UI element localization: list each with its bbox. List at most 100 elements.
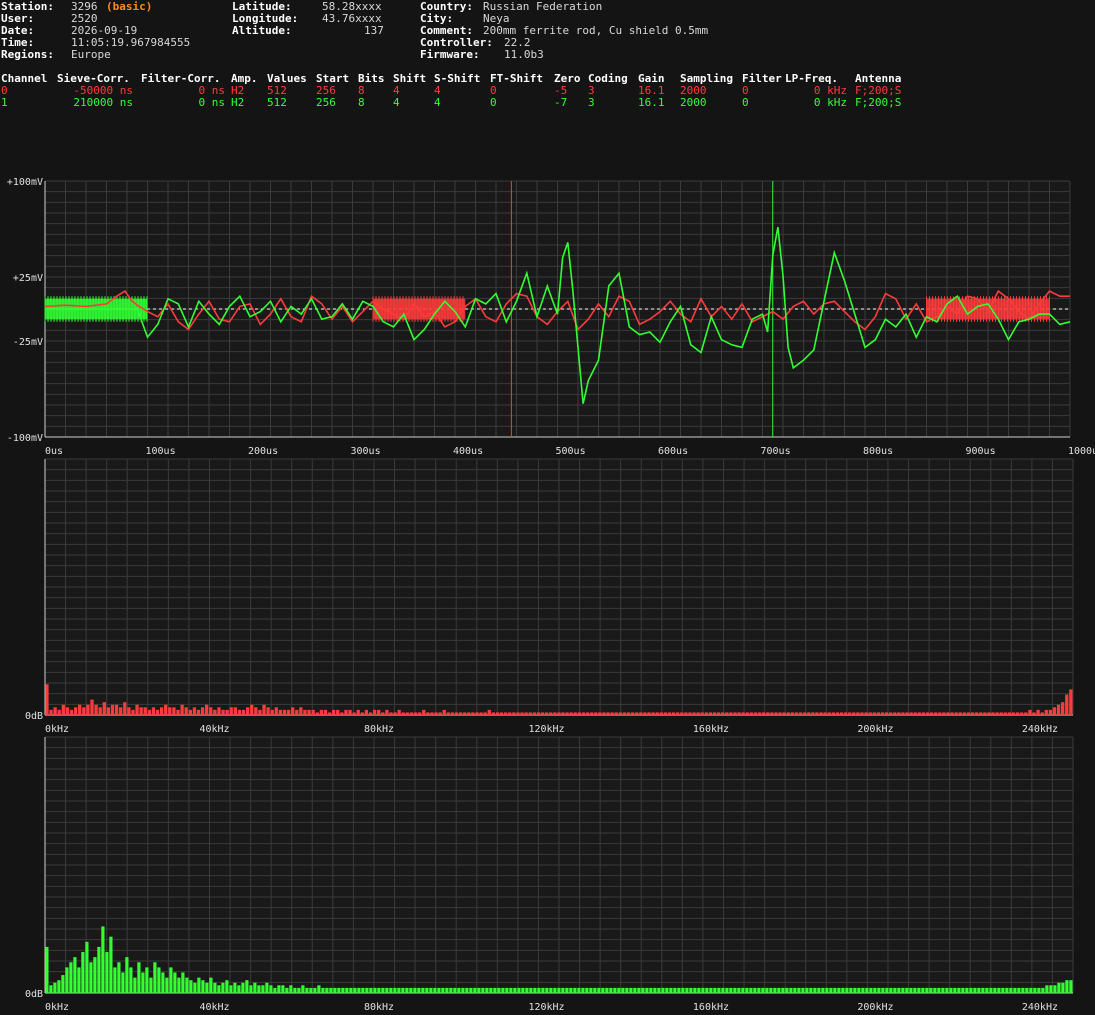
spectrum-bar: [165, 977, 169, 993]
spectrum-bar: [485, 987, 489, 993]
spectrum-bar: [865, 987, 869, 993]
spectrum-bar: [938, 712, 942, 715]
spectrum-bar: [884, 712, 889, 715]
spectrum-bar: [151, 707, 156, 715]
spectrum-bar: [286, 709, 291, 715]
spectrum-bar: [333, 987, 337, 993]
spectrum-bar: [745, 712, 749, 715]
spectrum-bar: [352, 712, 356, 715]
spectrum-bar: [737, 712, 741, 715]
spectrum-bar: [457, 987, 461, 993]
spectrum-bar: [997, 987, 1001, 993]
spectrum-bar: [901, 712, 905, 715]
spectrum-bar: [929, 712, 934, 715]
spectrum-bar: [537, 987, 541, 993]
spectrum-bar: [1057, 982, 1061, 993]
spectrum-bar: [78, 704, 82, 715]
spectrum-bar: [57, 980, 61, 993]
spectrum-bar: [561, 712, 565, 715]
spectrum-bar: [689, 987, 693, 993]
spectrum-bar: [688, 712, 692, 715]
x-tick-label: 700us: [761, 446, 791, 457]
spectrum-bar: [285, 987, 289, 993]
x-tick-label: 120kHz: [528, 724, 564, 735]
spectrum-bar: [753, 712, 758, 715]
spectrum-bar: [513, 987, 517, 993]
spectrum-bar: [297, 987, 301, 993]
spectrum-bar: [821, 987, 825, 993]
spectrum-bar: [282, 709, 287, 715]
spectrum-bar: [269, 985, 273, 993]
spectrum-bar: [483, 712, 487, 715]
spectrum-bar: [643, 712, 647, 715]
spectrum-bar: [473, 987, 477, 993]
spectrum-bar: [774, 712, 778, 715]
spectrum-bar: [921, 712, 926, 715]
spectrum-bar: [709, 987, 713, 993]
spectrum-bar: [313, 987, 317, 993]
spectrum-bar: [1061, 982, 1065, 993]
y-tick-label: +25mV: [13, 273, 43, 284]
spectrum-bar: [977, 987, 981, 993]
spectrum-bar: [831, 712, 835, 715]
spectrum-bar: [805, 987, 809, 993]
spectrum-bar: [885, 987, 889, 993]
spectrum-bar: [69, 709, 74, 715]
spectrum-bar: [257, 985, 261, 993]
spectrum-bar: [123, 702, 127, 715]
spectrum-bar: [673, 987, 677, 993]
spectrum-bar: [553, 987, 557, 993]
spectrum-bar: [364, 709, 369, 715]
spectrum-bar: [777, 987, 781, 993]
spectrum-bar: [149, 977, 153, 993]
charts-canvas: +100mV +25mV -25mV -100mV0us 100us 200us 300us…: [7, 177, 1095, 1013]
spectrum-bar: [565, 712, 569, 715]
spectrum-bar: [441, 987, 445, 993]
spectrum-bar: [845, 987, 849, 993]
spectrum-bar: [849, 987, 853, 993]
spectrum-bar: [993, 987, 997, 993]
spectrum-bar: [585, 712, 590, 715]
spectrum-bar: [413, 712, 418, 715]
spectrum-bar: [430, 712, 434, 715]
spectrum-bar: [82, 707, 86, 715]
spectrum-bar: [809, 987, 813, 993]
spectrum-bar: [857, 987, 861, 993]
spectrum-bar: [505, 987, 509, 993]
spectrum-bar: [725, 987, 729, 993]
spectrum-bar: [94, 704, 98, 715]
spectrum-bar: [761, 987, 765, 993]
spectrum-bar: [90, 699, 94, 715]
spectrum-bar: [782, 712, 786, 715]
spectrum-bar: [798, 712, 803, 715]
spectrum-bar: [741, 712, 745, 715]
spectrum-bar: [225, 980, 229, 993]
spectrum-bar: [970, 712, 975, 715]
x-tick-label: 80kHz: [364, 1002, 394, 1013]
spectrum-bar: [105, 952, 109, 993]
spectrum-bar: [701, 987, 705, 993]
spectrum-bar: [617, 987, 621, 993]
spectrum-bar: [493, 987, 497, 993]
spectrum-bar: [533, 987, 537, 993]
spectrum-bar: [713, 987, 717, 993]
spectrum-bar: [856, 712, 860, 715]
spectrum-bar: [975, 712, 979, 715]
spectrum-bar: [621, 987, 625, 993]
spectrum-bar: [966, 712, 971, 715]
spectrum-bar: [860, 712, 864, 715]
spectrum-bar: [262, 704, 266, 715]
spectrum-bar: [676, 712, 680, 715]
spectrum-bar: [109, 936, 113, 993]
spectrum-bar: [985, 987, 989, 993]
spectrum-bar: [622, 712, 627, 715]
spectrum-bar: [49, 709, 53, 715]
spectrum-bar: [1040, 712, 1044, 715]
spectrum-bar: [573, 987, 577, 993]
spectrum-bar: [393, 987, 397, 993]
spectrum-bar: [69, 962, 73, 993]
spectrum-bar: [97, 946, 101, 993]
spectrum-bar: [544, 712, 549, 715]
spectrum-bar: [201, 980, 205, 993]
spectrum-bar: [155, 709, 160, 715]
